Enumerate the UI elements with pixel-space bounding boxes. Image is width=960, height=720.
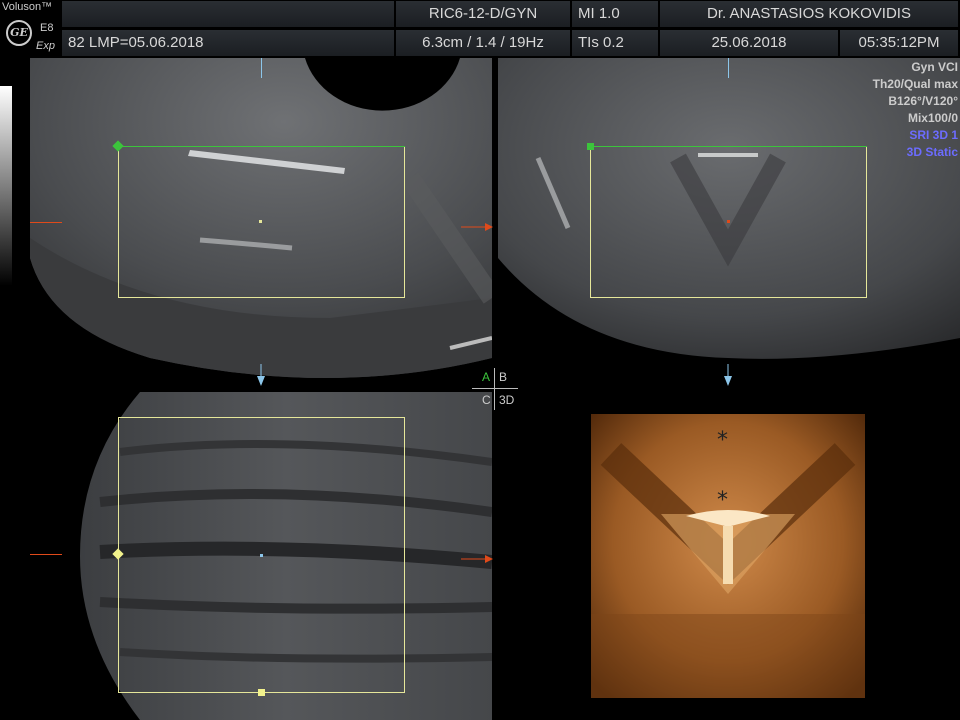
depth-settings: 6.3cm / 1.4 / 19Hz	[396, 30, 570, 56]
reference-dot-b[interactable]	[727, 220, 730, 223]
down-arrow-b-icon	[723, 364, 733, 386]
top-marker-b	[728, 58, 729, 78]
orientation-marker-b[interactable]	[587, 143, 594, 150]
render-marker-2: *	[717, 488, 728, 513]
sri-label: SRI 3D 1	[909, 128, 958, 142]
quadrant-b[interactable]: B	[499, 370, 507, 384]
quadrant-selector[interactable]: A B C 3D	[472, 368, 522, 410]
ge-logo-icon: GE	[6, 20, 32, 46]
voluson-brand: Voluson™ GE E8 Exp	[0, 0, 62, 58]
red-arrow-a-right-icon	[461, 218, 493, 231]
red-arrow-c-right-icon	[461, 550, 493, 563]
doctor-label: Dr. ANASTASIOS KOKOVIDIS	[660, 1, 958, 27]
reference-dot-a[interactable]	[259, 220, 262, 223]
red-marker-a-left	[30, 222, 62, 223]
quadrant-a[interactable]: A	[482, 370, 490, 384]
header-bar: Voluson™ GE E8 Exp RIC6-12-D/GYN MI 1.0 …	[0, 0, 960, 58]
info-line-2: Th20/Qual max	[872, 77, 958, 91]
bottom-marker-c[interactable]	[258, 689, 265, 696]
reference-dot-c[interactable]	[260, 554, 263, 557]
grayscale-bar	[0, 86, 12, 286]
top-marker-a	[261, 58, 262, 78]
orientation-line-b	[590, 146, 867, 147]
render-3d-view[interactable]: * *	[591, 414, 865, 698]
probe-label: RIC6-12-D/GYN	[396, 1, 570, 27]
quadrant-c[interactable]: C	[482, 393, 491, 407]
quadrant-3d[interactable]: 3D	[499, 393, 514, 407]
brand-label: Voluson™	[2, 1, 53, 13]
static-label: 3D Static	[906, 145, 958, 159]
info-line-4: Mix100/0	[907, 111, 958, 125]
date-label: 25.06.2018	[660, 30, 838, 56]
info-line-1: Gyn VCI	[911, 60, 958, 74]
model-label: E8	[40, 22, 54, 34]
info-line-3: B126°/V120°	[888, 94, 958, 108]
render-3d-image	[591, 414, 865, 698]
orientation-line-a	[118, 146, 405, 147]
down-arrow-a-icon	[256, 364, 266, 386]
mi-label: MI 1.0	[572, 1, 658, 27]
header-blank	[62, 1, 394, 27]
red-marker-c-left	[30, 554, 62, 555]
tis-label: TIs 0.2	[572, 30, 658, 56]
render-marker-1: *	[717, 428, 728, 453]
plane-a-view[interactable]	[30, 58, 492, 383]
plane-c-view[interactable]	[80, 392, 492, 720]
patient-info: 82 LMP=05.06.2018	[62, 30, 394, 56]
mode-label: Exp	[36, 40, 55, 52]
acquisition-info: Gyn VCI Th20/Qual max B126°/V120° Mix100…	[873, 59, 958, 161]
time-label: 05:35:12PM	[840, 30, 958, 56]
